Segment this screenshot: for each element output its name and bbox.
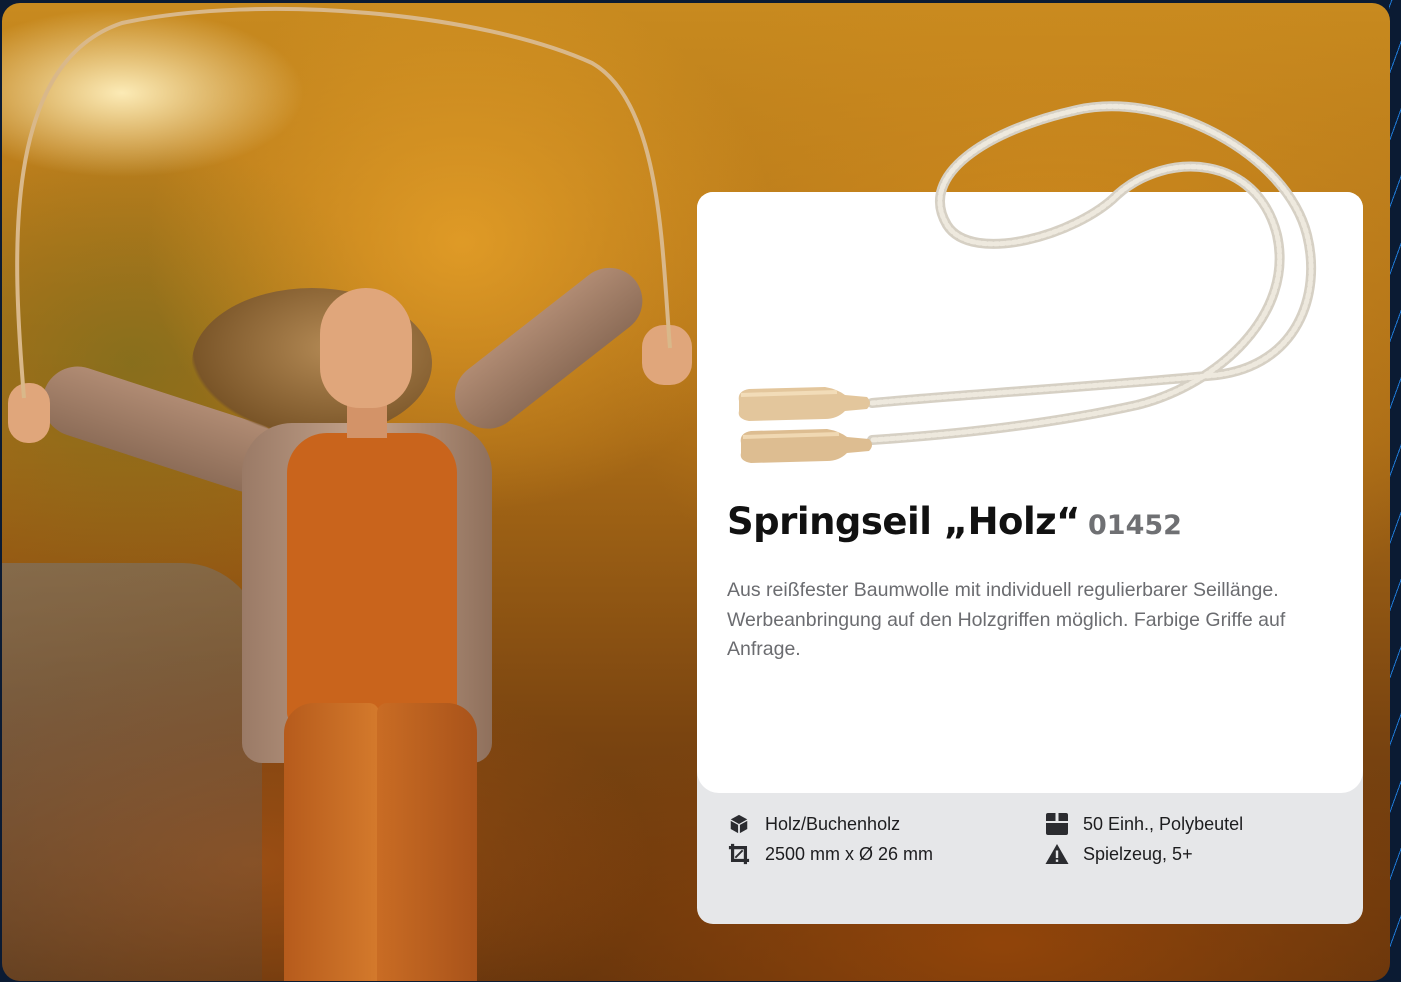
- spec-material-label: Holz/Buchenholz: [765, 813, 901, 834]
- decorative-lines: [1389, 0, 1401, 982]
- photo-leg-left: [284, 703, 379, 981]
- photo-leg-right: [377, 703, 477, 981]
- spec-packaging-label: 50 Einh., Polybeutel: [1083, 813, 1244, 834]
- page-frame: Springseil „Holz“ 01452 Aus reißfester Ba…: [0, 0, 1401, 982]
- crop-icon: [727, 842, 751, 866]
- spec-safety: Spielzeug, 5+: [1045, 842, 1193, 866]
- spec-packaging: 50 Einh., Polybeutel: [1045, 812, 1243, 836]
- photo-path: [2, 563, 262, 981]
- article-number: 01452: [1088, 510, 1182, 541]
- spec-dimensions-label: 2500 mm x Ø 26 mm: [765, 843, 934, 864]
- spec-safety-label: Spielzeug, 5+: [1083, 843, 1193, 864]
- product-heading: Springseil „Holz“ 01452: [727, 500, 1182, 543]
- photo-rope: [15, 6, 672, 399]
- box-icon: [727, 812, 751, 836]
- product-title: Springseil „Holz“: [727, 500, 1081, 543]
- photo-shirt: [287, 433, 457, 723]
- product-description: Aus reißfester Baumwolle mit individuell…: [727, 579, 1286, 660]
- product-image: [738, 101, 1317, 463]
- handle-bottom: [740, 429, 872, 463]
- package-icon: [1045, 812, 1069, 836]
- spec-dimensions: 2500 mm x Ø 26 mm: [727, 842, 933, 866]
- handle-top: [738, 387, 870, 421]
- warning-icon: [1045, 842, 1069, 866]
- spec-material: Holz/Buchenholz: [727, 812, 900, 836]
